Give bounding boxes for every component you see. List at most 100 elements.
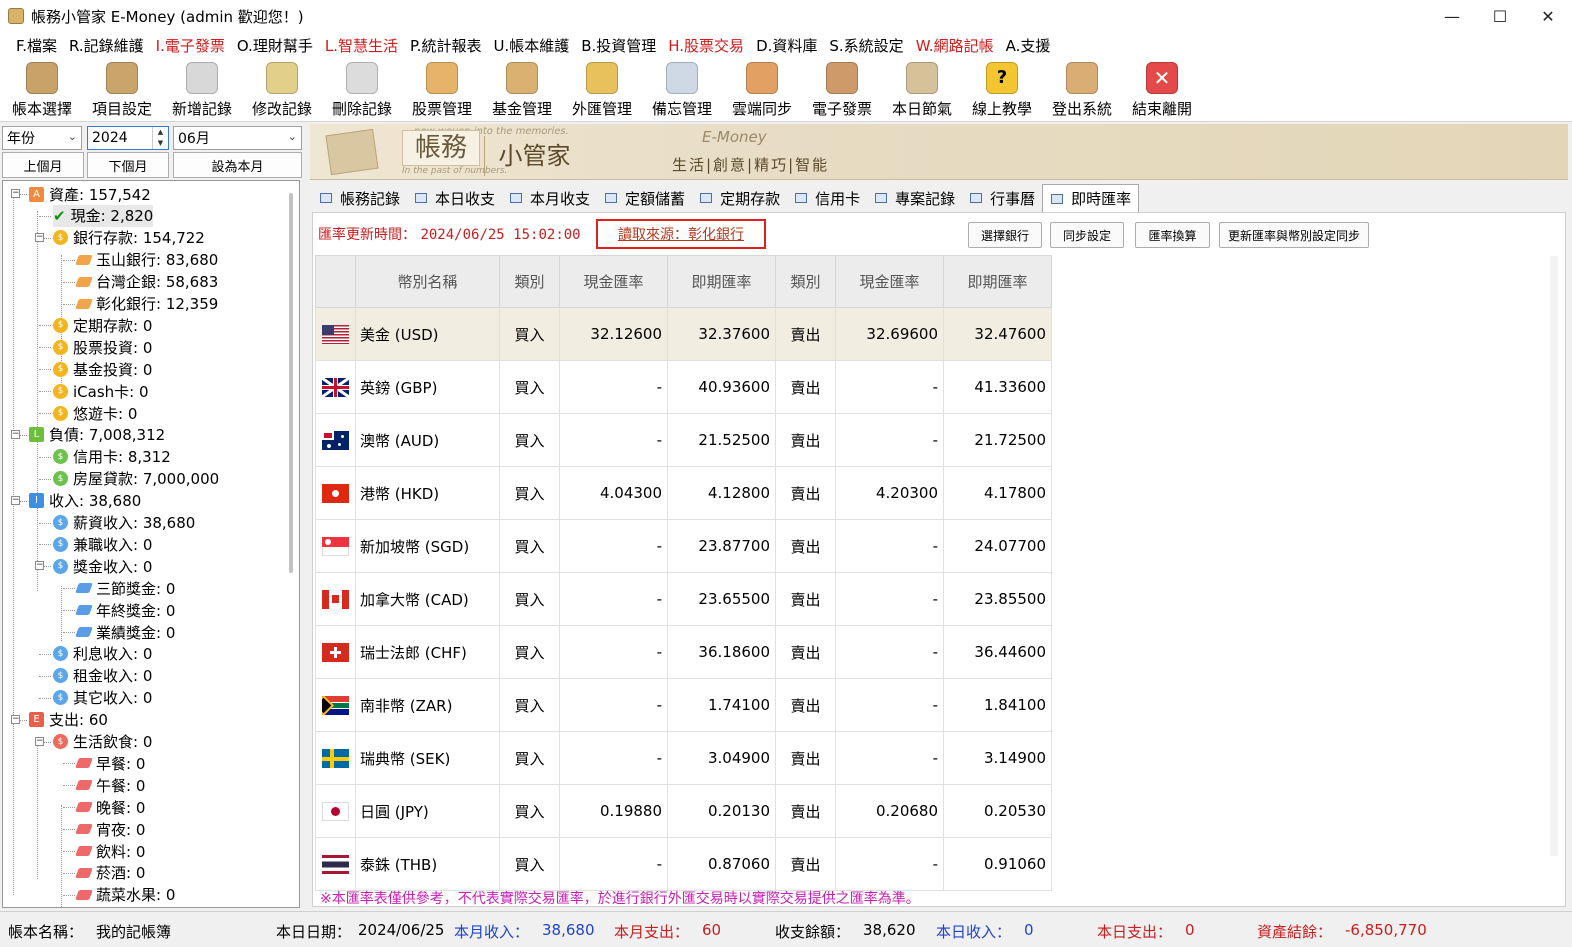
menu-item-7[interactable]: B.投資管理: [581, 35, 656, 56]
tree-node[interactable]: $ 其它收入: 0: [53, 687, 152, 709]
tree-node[interactable]: 飲料: 0: [75, 840, 145, 862]
tab-6[interactable]: 專案記錄: [867, 184, 962, 212]
rate-row[interactable]: 瑞士法郎 (CHF) 買入 -36.18600 賣出 -36.44600: [315, 625, 1052, 679]
rate-action-button-2[interactable]: 匯率換算: [1135, 222, 1210, 248]
tree-node[interactable]: 三節獎金: 0: [75, 577, 175, 599]
tree-node[interactable]: 彰化銀行: 12,359: [75, 293, 218, 315]
menu-item-9[interactable]: D.資料庫: [756, 35, 817, 56]
tree-node[interactable]: $ 股票投資: 0: [53, 336, 152, 358]
tree-node[interactable]: $ 銀行存款: 154,722: [53, 227, 205, 249]
menu-item-10[interactable]: S.系統設定: [829, 35, 903, 56]
content-scrollbar[interactable]: [1550, 256, 1558, 856]
toolbar-button-5[interactable]: 股票管理: [402, 58, 482, 122]
rate-row[interactable]: 南非幣 (ZAR) 買入 -1.74100 賣出 -1.84100: [315, 678, 1052, 732]
spin-arrows-icon[interactable]: ▲ ▼: [152, 127, 168, 149]
maximize-button[interactable]: ☐: [1476, 0, 1524, 32]
tree-node[interactable]: $ 悠遊卡: 0: [53, 402, 137, 424]
year-spinner[interactable]: 2024 ▲ ▼: [87, 126, 169, 150]
tab-7[interactable]: 行事曆: [962, 184, 1042, 212]
collapse-toggle-icon[interactable]: −: [11, 495, 20, 505]
tab-2[interactable]: 本月收支: [502, 184, 597, 212]
tree-node[interactable]: 早餐: 0: [75, 752, 145, 774]
tab-5[interactable]: 信用卡: [787, 184, 867, 212]
rate-row[interactable]: 美金 (USD) 買入 32.12600 32.37600 賣出 32.69600 32.4…: [315, 307, 1052, 361]
tree-node[interactable]: 台灣企銀: 58,683: [75, 271, 218, 293]
collapse-toggle-icon[interactable]: −: [35, 736, 44, 746]
tree-node[interactable]: $ 基金投資: 0: [53, 358, 152, 380]
menu-item-6[interactable]: U.帳本維護: [493, 35, 569, 56]
tree-node[interactable]: $ 獎金收入: 0: [53, 555, 152, 577]
tree-node[interactable]: ✔ 現金: 2,820: [53, 204, 154, 227]
close-window-button[interactable]: ✕: [1524, 0, 1572, 32]
menu-item-2[interactable]: I.電子發票: [156, 35, 225, 56]
tree-node[interactable]: 午餐: 0: [75, 774, 145, 796]
collapse-toggle-icon[interactable]: −: [35, 232, 44, 242]
collapse-toggle-icon[interactable]: −: [11, 189, 20, 198]
collapse-toggle-icon[interactable]: −: [11, 429, 20, 439]
tree-node[interactable]: 晚餐: 0: [75, 796, 145, 818]
toolbar-button-0[interactable]: 帳本選擇: [2, 58, 82, 122]
menu-item-11[interactable]: W.網路記帳: [916, 35, 994, 56]
rate-row[interactable]: 日圓 (JPY) 買入 0.19880 0.20130 賣出 0.20680 0.20530: [315, 784, 1052, 838]
toolbar-button-11[interactable]: 本日節氣: [882, 58, 962, 122]
tab-3[interactable]: 定額儲蓄: [597, 184, 692, 212]
tree-node[interactable]: 年終獎金: 0: [75, 599, 175, 621]
toolbar-button-8[interactable]: 備忘管理: [642, 58, 722, 122]
prev-month-button[interactable]: 上個月: [2, 152, 84, 178]
menu-item-3[interactable]: O.理財幫手: [237, 35, 313, 56]
toolbar-button-3[interactable]: 修改記錄: [242, 58, 322, 122]
period-type-select[interactable]: 年份 ⌄: [2, 126, 82, 150]
account-tree[interactable]: A 資產: 157,542− ✔ 現金: 2,820 $ 銀行存款: 154,722− 玉山…: [2, 180, 300, 908]
tree-node[interactable]: E 支出: 60: [29, 709, 108, 731]
tree-node[interactable]: 宵夜: 0: [75, 818, 145, 840]
tab-1[interactable]: 本日收支: [407, 184, 502, 212]
toolbar-button-10[interactable]: 電子發票: [802, 58, 882, 122]
toolbar-button-4[interactable]: 刪除記錄: [322, 58, 402, 122]
tree-node[interactable]: A 資產: 157,542: [29, 183, 151, 205]
rate-action-button-0[interactable]: 選擇銀行: [968, 222, 1042, 248]
tree-node[interactable]: 玉山銀行: 83,680: [75, 249, 218, 271]
rate-row[interactable]: 英鎊 (GBP) 買入 -40.93600 賣出 -41.33600: [315, 360, 1052, 414]
tab-4[interactable]: 定期存款: [692, 184, 787, 212]
rate-row[interactable]: 泰銖 (THB) 買入 -0.87060 賣出 -0.91060: [315, 837, 1052, 891]
tree-node[interactable]: $ 兼職收入: 0: [53, 533, 152, 555]
rate-row[interactable]: 澳幣 (AUD) 買入 -21.52500 賣出 -21.72500: [315, 413, 1052, 467]
toolbar-button-7[interactable]: 外匯管理: [562, 58, 642, 122]
rate-row[interactable]: 瑞典幣 (SEK) 買入 -3.04900 賣出 -3.14900: [315, 731, 1052, 785]
tree-node[interactable]: 業績獎金: 0: [75, 621, 175, 643]
toolbar-button-2[interactable]: 新增記錄: [162, 58, 242, 122]
tab-0[interactable]: 帳務記錄: [312, 184, 407, 212]
tree-node[interactable]: $ 薪資收入: 38,680: [53, 512, 195, 534]
toolbar-button-6[interactable]: 基金管理: [482, 58, 562, 122]
rate-action-button-3[interactable]: 更新匯率與幣別設定同步: [1219, 222, 1369, 248]
menu-item-4[interactable]: L.智慧生活: [325, 35, 398, 56]
tree-node[interactable]: $ 房屋貸款: 7,000,000: [53, 468, 219, 490]
rate-row[interactable]: 加拿大幣 (CAD) 買入 -23.65500 賣出 -23.85500: [315, 572, 1052, 626]
tree-node[interactable]: I 收入: 38,680: [29, 490, 141, 512]
menu-item-1[interactable]: R.記錄維護: [69, 35, 144, 56]
collapse-toggle-icon[interactable]: −: [35, 561, 44, 571]
tree-node[interactable]: 菸酒: 0: [75, 862, 145, 884]
next-month-button[interactable]: 下個月: [87, 152, 169, 178]
tree-scrollbar[interactable]: [289, 193, 293, 573]
this-month-button[interactable]: 設為本月: [173, 152, 302, 178]
tree-node[interactable]: $ 信用卡: 8,312: [53, 446, 171, 468]
tab-8[interactable]: 即時匯率: [1042, 184, 1140, 212]
menu-item-5[interactable]: P.統計報表: [410, 35, 481, 56]
tree-node[interactable]: $ 生活飲食: 0: [53, 731, 152, 753]
month-select[interactable]: 06月 ⌄: [173, 126, 302, 150]
toolbar-button-14[interactable]: ✕ 結束離開: [1122, 58, 1202, 122]
rate-row[interactable]: 港幣 (HKD) 買入 4.04300 4.12800 賣出 4.20300 4.17800: [315, 466, 1052, 520]
toolbar-button-13[interactable]: 登出系統: [1042, 58, 1122, 122]
tree-node[interactable]: $ 定期存款: 0: [53, 314, 152, 336]
toolbar-button-1[interactable]: 項目設定: [82, 58, 162, 122]
rate-row[interactable]: 新加坡幣 (SGD) 買入 -23.87700 賣出 -24.07700: [315, 519, 1052, 573]
tree-node[interactable]: $ 租金收入: 0: [53, 665, 152, 687]
menu-item-8[interactable]: H.股票交易: [668, 35, 744, 56]
toolbar-button-12[interactable]: ? 線上教學: [962, 58, 1042, 122]
menu-item-0[interactable]: F.檔案: [16, 35, 57, 56]
menu-item-12[interactable]: A.支援: [1006, 35, 1051, 56]
minimize-button[interactable]: —: [1428, 0, 1476, 32]
rate-action-button-1[interactable]: 同步設定: [1050, 222, 1124, 248]
tree-node[interactable]: $ iCash卡: 0: [53, 380, 149, 402]
